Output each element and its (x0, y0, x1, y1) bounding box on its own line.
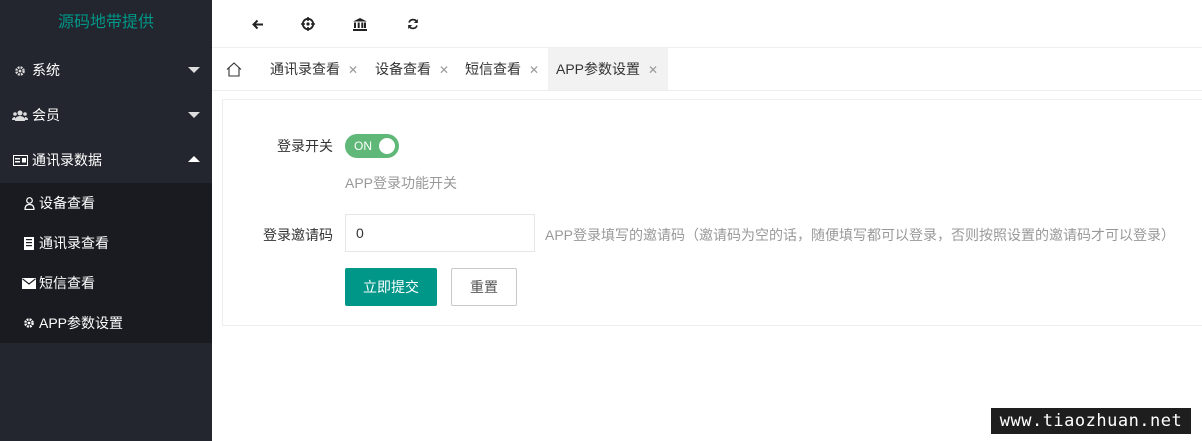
app-root: 源码地带提供 系统 会员 通讯录数据 设备查看 通讯录查看 短信查看 APP参数… (0, 0, 1202, 441)
sidebar-subitem-sms[interactable]: 短信查看 (0, 263, 212, 303)
tab-label: APP参数设置 (556, 61, 641, 77)
back-arrow-icon[interactable] (246, 12, 270, 36)
refresh-icon[interactable] (401, 12, 425, 36)
submit-button[interactable]: 立即提交 (345, 268, 437, 306)
sidebar-subitem-devices[interactable]: 设备查看 (0, 183, 212, 223)
sidebar-subitem-label: 设备查看 (39, 195, 95, 211)
tab-sms-view[interactable]: 短信查看 ✕ (457, 48, 539, 90)
watermark: www.tiaozhuan.net (991, 408, 1191, 434)
tab-label: 通讯录查看 (270, 61, 340, 77)
sidebar-subitem-contacts[interactable]: 通讯录查看 (0, 223, 212, 263)
close-icon[interactable]: ✕ (648, 49, 658, 91)
login-switch-hint: APP登录功能开关 (345, 175, 458, 191)
sidebar-subitem-label: APP参数设置 (39, 315, 124, 331)
sidebar-subitem-label: 短信查看 (39, 275, 95, 291)
sidebar-item-system[interactable]: 系统 (0, 48, 212, 93)
tab-label: 设备查看 (375, 61, 431, 77)
sidebar-subitem-label: 通讯录查看 (39, 235, 109, 251)
login-toggle-switch[interactable]: ON (345, 134, 399, 158)
chevron-up-icon (188, 156, 200, 162)
sidebar-item-label: 会员 (32, 107, 60, 123)
id-card-icon (12, 155, 28, 166)
tab-contacts-view[interactable]: 通讯录查看 ✕ (262, 48, 358, 90)
invite-code-hint: APP登录填写的邀请码（邀请码为空的话，随便填写都可以登录，否则按照设置的邀请码… (545, 227, 1176, 243)
switch-knob (379, 138, 395, 154)
sidebar-item-label: 系统 (32, 62, 60, 78)
sidebar: 源码地带提供 系统 会员 通讯录数据 设备查看 通讯录查看 短信查看 APP参数… (0, 0, 212, 441)
bank-icon[interactable] (348, 12, 372, 36)
switch-state-text: ON (354, 139, 372, 153)
home-icon[interactable] (224, 58, 244, 80)
tab-label: 短信查看 (465, 61, 521, 77)
close-icon[interactable]: ✕ (529, 49, 539, 91)
sidebar-submenu: 设备查看 通讯录查看 短信查看 APP参数设置 (0, 183, 212, 343)
invite-code-label: 登录邀请码 (263, 227, 333, 243)
invite-code-input[interactable] (345, 214, 535, 252)
gear-icon (22, 317, 36, 329)
crosshair-icon[interactable] (296, 12, 320, 36)
chevron-down-icon (188, 67, 200, 73)
sidebar-item-members[interactable]: 会员 (0, 93, 212, 138)
top-toolbar (212, 0, 1202, 48)
envelope-icon (22, 277, 36, 289)
settings-form-card: 登录开关 ON APP登录功能开关 登录邀请码 APP登录填写的邀请码（邀请码为… (222, 99, 1202, 326)
users-icon (12, 110, 28, 122)
user-outline-icon (22, 196, 36, 210)
chevron-down-icon (188, 112, 200, 118)
tab-devices-view[interactable]: 设备查看 ✕ (367, 48, 449, 90)
login-switch-label: 登录开关 (277, 138, 333, 154)
gear-icon (12, 65, 28, 77)
logo: 源码地带提供 (57, 14, 154, 31)
tab-bar: 通讯录查看 ✕ 设备查看 ✕ 短信查看 ✕ APP参数设置 ✕ (212, 48, 1202, 91)
contacts-book-icon (22, 236, 36, 250)
sidebar-item-contacts-data[interactable]: 通讯录数据 (0, 138, 212, 183)
tab-app-settings[interactable]: APP参数设置 ✕ (548, 48, 668, 90)
close-icon[interactable]: ✕ (439, 49, 449, 91)
close-icon[interactable]: ✕ (348, 49, 358, 91)
sidebar-subitem-app-settings[interactable]: APP参数设置 (0, 303, 212, 343)
sidebar-item-label: 通讯录数据 (32, 152, 102, 168)
reset-button[interactable]: 重置 (451, 268, 517, 306)
